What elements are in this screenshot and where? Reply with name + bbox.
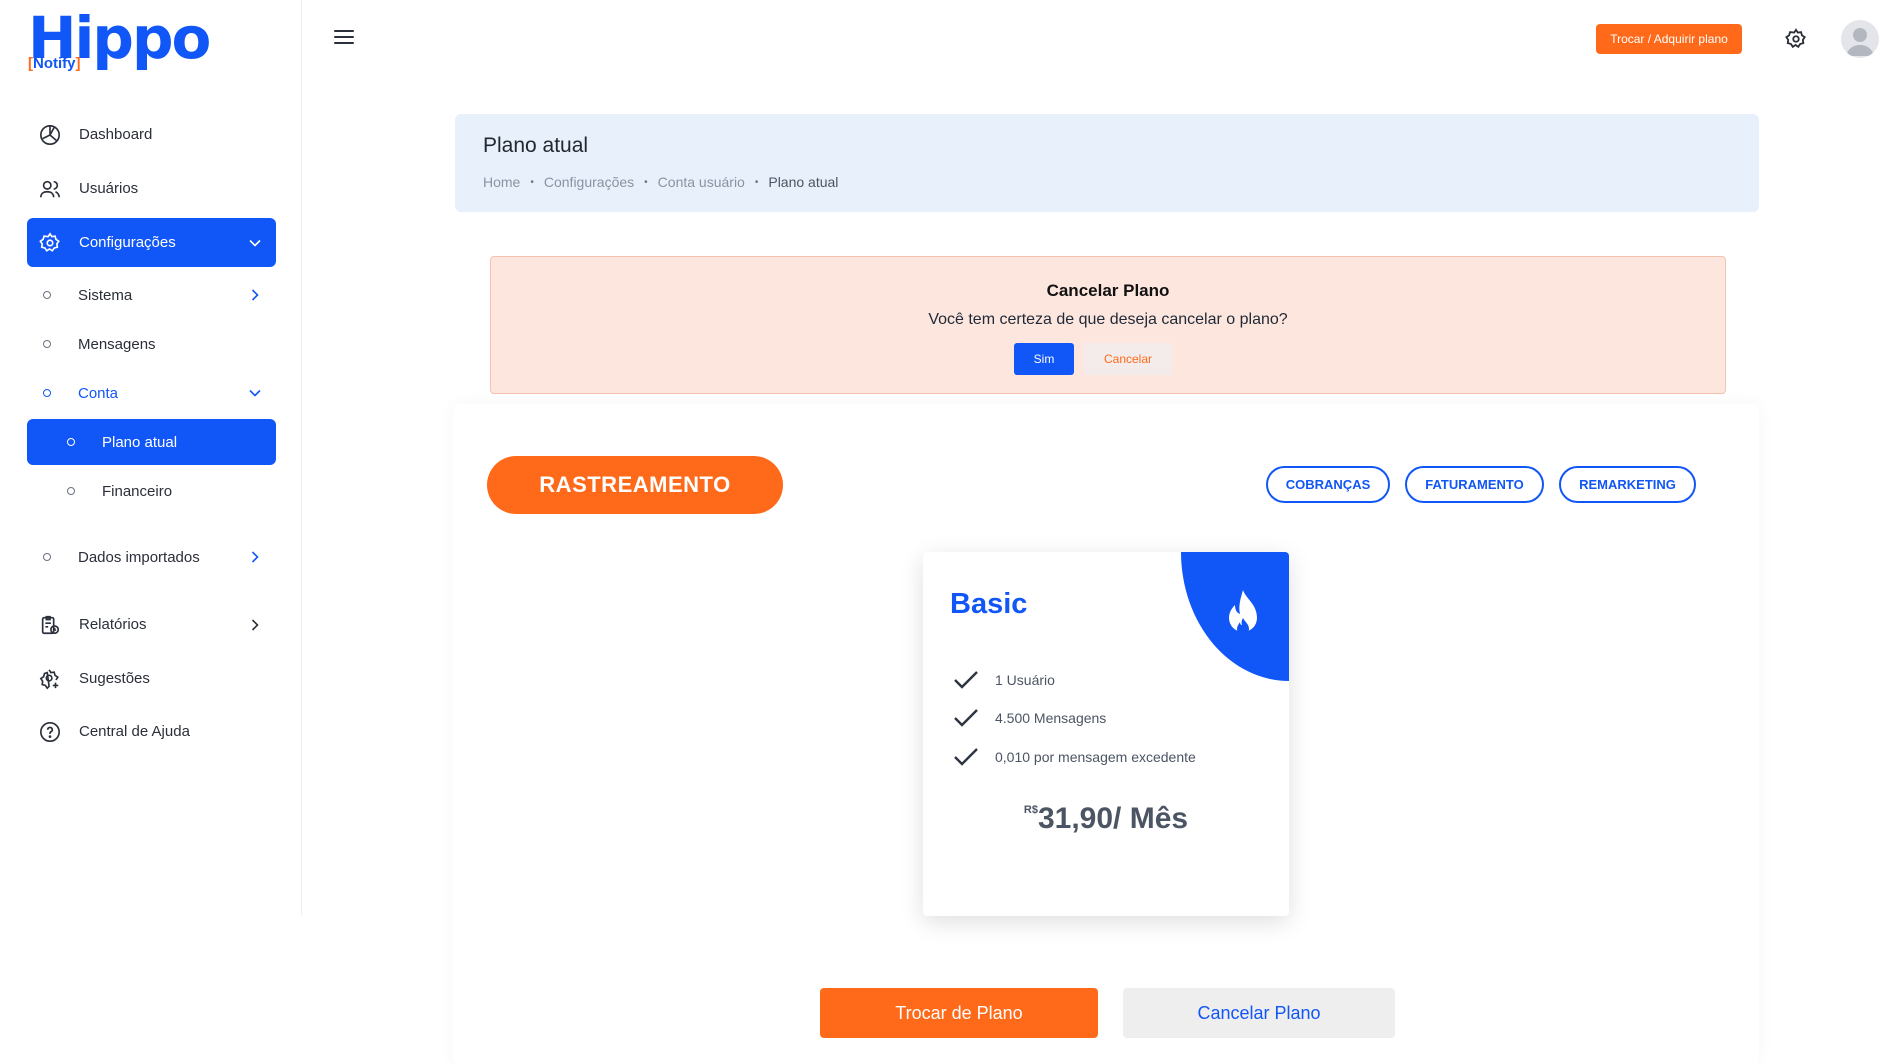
sidebar-item-relatorios[interactable]: Relatórios [27, 600, 276, 649]
sidebar-item-sugestoes[interactable]: Sugestões [27, 654, 276, 703]
bullet-icon [43, 340, 51, 348]
breadcrumb-conta-usuario[interactable]: Conta usuário [658, 174, 745, 190]
hippo-notify-logo[interactable]: Hippo [Notify] [28, 6, 211, 76]
plan-name: Basic [950, 588, 1028, 620]
settings-icon [37, 230, 63, 256]
confirm-yes-button[interactable]: Sim [1014, 343, 1074, 375]
check-icon [954, 709, 978, 727]
cancel-plan-button[interactable]: Cancelar Plano [1123, 988, 1395, 1038]
sidebar-item-label: Plano atual [102, 433, 178, 451]
breadcrumb-configuracoes[interactable]: Configurações [544, 174, 634, 190]
check-icon [954, 671, 978, 689]
chevron-right-icon [251, 289, 259, 301]
sidebar-item-configuracoes[interactable]: Configurações [27, 218, 276, 267]
help-icon [37, 719, 63, 745]
chevron-right-icon [251, 618, 259, 631]
sidebar-item-label: Usuários [79, 180, 139, 197]
sidebar-item-label: Dados importados [78, 548, 200, 566]
confirm-cancel-button[interactable]: Cancelar [1084, 343, 1172, 375]
sidebar-item-usuarios[interactable]: Usuários [27, 164, 276, 213]
sidebar-item-financeiro[interactable]: Financeiro [27, 469, 276, 513]
check-icon [954, 748, 978, 766]
sidebar-item-conta[interactable]: Conta [27, 371, 276, 415]
bullet-icon [43, 553, 51, 561]
sidebar-item-sistema[interactable]: Sistema [27, 273, 276, 317]
bullet-icon [67, 487, 75, 495]
menu-toggle-icon[interactable] [334, 30, 354, 46]
plan-card-basic: Basic 1 Usuário 4.500 Mensagens 0,010 po… [923, 552, 1289, 916]
breadcrumb-separator: • [530, 176, 534, 188]
sidebar-item-label: Relatórios [79, 616, 147, 633]
reports-icon [37, 612, 63, 638]
sidebar-item-mensagens[interactable]: Mensagens [27, 322, 276, 366]
sidebar-item-label: Mensagens [78, 335, 156, 353]
sidebar-item-plano-atual[interactable]: Plano atual [27, 419, 276, 465]
alert-actions: Sim Cancelar [491, 343, 1725, 375]
sidebar-item-label: Configurações [79, 234, 176, 251]
sidebar-item-central-ajuda[interactable]: Central de Ajuda [27, 707, 276, 756]
suggestions-icon [37, 666, 63, 692]
sidebar-item-label: Financeiro [102, 482, 173, 500]
breadcrumb-current: Plano atual [768, 174, 839, 190]
bullet-icon [43, 389, 51, 397]
logo-sub: [Notify] [28, 55, 81, 72]
bullet-icon [67, 438, 75, 446]
alert-message: Você tem certeza de que deseja cancelar … [928, 311, 1288, 328]
sidebar: Hippo [Notify] Dashboard Usuários Config… [0, 0, 302, 915]
category-cobrancas-button[interactable]: COBRANÇAS [1266, 466, 1390, 503]
bullet-icon [43, 291, 51, 299]
cancel-plan-alert: Cancelar Plano Você tem certeza de que d… [490, 256, 1726, 394]
chevron-right-icon [251, 551, 259, 563]
breadcrumb-home[interactable]: Home [483, 174, 520, 190]
sidebar-item-dashboard[interactable]: Dashboard [27, 110, 276, 159]
sidebar-item-label: Central de Ajuda [79, 723, 190, 740]
page-title: Plano atual [483, 134, 589, 157]
alert-title: Cancelar Plano [1046, 281, 1170, 300]
sidebar-item-dados-importados[interactable]: Dados importados [27, 535, 276, 579]
sidebar-item-label: Sistema [78, 286, 133, 304]
plan-feature: 4.500 Mensagens [953, 708, 1106, 728]
dashboard-icon [37, 122, 63, 148]
page-header: Plano atual Home • Configurações • Conta… [455, 114, 1759, 212]
alert-container: Cancelar Plano Você tem certeza de que d… [455, 222, 1759, 398]
gear-icon[interactable] [1785, 28, 1807, 50]
plan-feature: 1 Usuário [953, 670, 1055, 690]
current-category-badge: RASTREAMENTO [487, 456, 783, 514]
price-amount: 31,90/ Mês [1037, 802, 1189, 835]
plans-card: RASTREAMENTO COBRANÇAS FATURAMENTO REMAR… [453, 404, 1759, 1064]
change-plan-button[interactable]: Trocar de Plano [820, 988, 1098, 1038]
breadcrumb-separator: • [644, 176, 648, 188]
breadcrumb-separator: • [754, 176, 759, 188]
fire-icon [1229, 590, 1257, 635]
category-faturamento-button[interactable]: FATURAMENTO [1405, 466, 1544, 503]
breadcrumb: Home • Configurações • Conta usuário • P… [483, 174, 838, 190]
sidebar-item-label: Conta [78, 384, 119, 402]
user-avatar-icon [1846, 28, 1874, 56]
category-remarketing-button[interactable]: REMARKETING [1559, 466, 1696, 503]
change-plan-top-button[interactable]: Trocar / Adquirir plano [1596, 24, 1742, 54]
avatar[interactable] [1841, 20, 1879, 58]
plan-price: R$31,90/ Mês [923, 802, 1289, 836]
sidebar-item-label: Sugestões [79, 670, 150, 687]
price-currency: R$ [1023, 804, 1038, 816]
plan-feature: 0,010 por mensagem excedente [953, 747, 1196, 767]
sidebar-item-label: Dashboard [79, 126, 153, 143]
chevron-down-icon [249, 239, 261, 247]
users-icon [37, 176, 63, 202]
chevron-down-icon [249, 389, 261, 397]
